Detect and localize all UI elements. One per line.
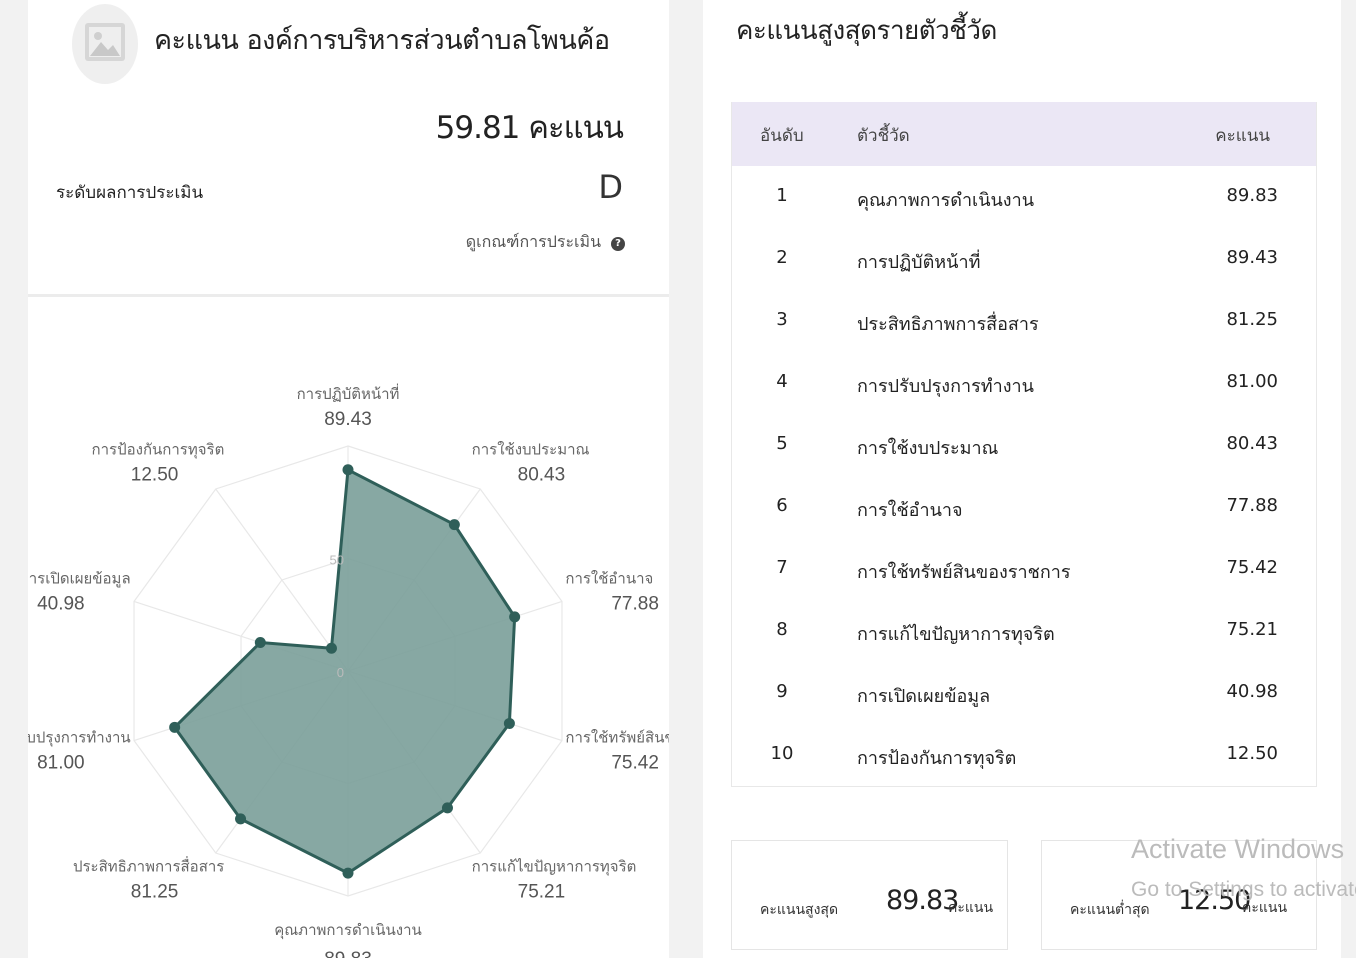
header-rank: อันดับ xyxy=(760,126,804,146)
score-cell: 12.50 xyxy=(1226,743,1278,764)
rank-cell: 1 xyxy=(776,185,788,206)
score-cell: 75.21 xyxy=(1226,619,1278,640)
table-row: 1 คุณภาพการดำเนินงาน 89.83 xyxy=(732,166,1316,228)
table-row: 4 การปรับปรุงการทำงาน 81.00 xyxy=(732,352,1316,414)
radar-point xyxy=(503,717,515,729)
score-cell: 81.00 xyxy=(1226,371,1278,392)
radar-value-label: 81.00 xyxy=(37,753,85,774)
score-cell: 77.88 xyxy=(1226,495,1278,516)
radar-value-label: 40.98 xyxy=(37,593,85,614)
table-row: 2 การปฏิบัติหน้าที่ 89.43 xyxy=(732,228,1316,290)
radar-point xyxy=(325,642,337,654)
radar-chart: 0 50 การปฏิบัติหน้าที่ 89.43 การใช้งบประมาณ 8… xyxy=(28,383,669,958)
indicator-cell: การป้องกันการทุจริต xyxy=(857,748,1017,769)
rank-cell: 10 xyxy=(770,743,794,764)
radar-axis-label: ประสิทธิภาพการสื่อสาร xyxy=(73,856,224,876)
rank-cell: 9 xyxy=(776,681,788,702)
total-score: 59.81 คะแนน xyxy=(435,110,624,146)
radar-axis-label: คุณภาพการดำเนินงาน xyxy=(274,922,422,940)
max-score-box: คะแนนสูงสุด 89.83 คะแนน xyxy=(731,840,1008,950)
ranking-table: อันดับ ตัวชี้วัด คะแนน 1 คุณภาพการดำเนินง… xyxy=(731,102,1317,787)
radar-value-label: 77.88 xyxy=(611,593,659,614)
radar-series-area xyxy=(173,468,517,875)
rank-cell: 4 xyxy=(776,371,788,392)
radar-value-label: 81.25 xyxy=(131,882,179,903)
rank-cell: 2 xyxy=(776,247,788,268)
table-row: 9 การเปิดเผยข้อมูล 40.98 xyxy=(732,662,1316,724)
ranking-card: คะแนนสูงสุดรายตัวชี้วัด อันดับ ตัวชี้วัด… xyxy=(703,0,1341,958)
radar-value-label: 89.43 xyxy=(324,409,372,430)
score-card: คะแนน องค์การบริหารส่วนตำบลโพนค้อ 59.81 … xyxy=(28,0,669,958)
indicator-cell: การใช้อำนาจ xyxy=(857,500,963,521)
indicator-cell: คุณภาพการดำเนินงาน xyxy=(857,190,1035,211)
score-cell: 80.43 xyxy=(1226,433,1278,454)
table-row: 6 การใช้อำนาจ 77.88 xyxy=(732,476,1316,538)
score-cell: 89.83 xyxy=(1226,185,1278,206)
radar-axis-label: การแก้ไขปัญหาการทุจริต xyxy=(472,858,637,877)
radar-point xyxy=(169,721,181,733)
org-avatar xyxy=(72,4,138,84)
level-label: ระดับผลการประเมิน xyxy=(56,183,204,203)
table-row: 5 การใช้งบประมาณ 80.43 xyxy=(732,414,1316,476)
rank-cell: 5 xyxy=(776,433,788,454)
radar-axis-label: การใช้ทรัพย์สินของราชก xyxy=(565,729,669,747)
max-score-label: คะแนนสูงสุด xyxy=(760,902,839,918)
score-cell: 81.25 xyxy=(1226,309,1278,330)
radar-point xyxy=(441,802,453,814)
criteria-link[interactable]: ดูเกณฑ์การประเมิน? xyxy=(466,230,625,255)
score-cell: 75.42 xyxy=(1226,557,1278,578)
table-row: 3 ประสิทธิภาพการสื่อสาร 81.25 xyxy=(732,290,1316,352)
radar-point xyxy=(254,637,266,649)
radar-point xyxy=(342,464,354,476)
ranking-title: คะแนนสูงสุดรายตัวชี้วัด xyxy=(736,16,997,46)
rank-cell: 8 xyxy=(776,619,788,640)
radar-tick-label: 0 xyxy=(337,665,344,680)
min-score-label: คะแนนต่ำสุด xyxy=(1070,902,1150,918)
table-row: 8 การแก้ไขปัญหาการทุจริต 75.21 xyxy=(732,600,1316,662)
header-score: คะแนน xyxy=(1215,126,1270,146)
activation-watermark-title: Activate Windows xyxy=(1131,834,1345,864)
org-title: คะแนน องค์การบริหารส่วนตำบลโพนค้อ xyxy=(154,25,610,56)
indicator-cell: การใช้งบประมาณ xyxy=(857,438,999,459)
radar-point xyxy=(448,519,460,531)
indicator-cell: การแก้ไขปัญหาการทุจริต xyxy=(857,624,1055,645)
help-icon[interactable]: ? xyxy=(611,237,625,251)
radar-tick-label: 50 xyxy=(330,553,344,568)
radar-axis-label: การปฏิบัติหน้าที่ xyxy=(297,383,400,403)
activation-watermark-subtitle: Go to Settings to activate Wi xyxy=(1131,878,1356,901)
score-cell: 89.43 xyxy=(1226,247,1278,268)
rank-cell: 3 xyxy=(776,309,788,330)
table-row: 7 การใช้ทรัพย์สินของราชการ 75.42 xyxy=(732,538,1316,600)
radar-axis-label: การใช้งบประมาณ xyxy=(472,440,590,458)
image-placeholder-icon xyxy=(85,23,125,61)
radar-point xyxy=(509,611,521,623)
indicator-cell: การเปิดเผยข้อมูล xyxy=(857,686,991,707)
score-cell: 40.98 xyxy=(1226,681,1278,702)
indicator-cell: การปฏิบัติหน้าที่ xyxy=(857,252,981,273)
radar-value-label: 89.83 xyxy=(324,949,372,958)
indicator-cell: ประสิทธิภาพการสื่อสาร xyxy=(857,314,1039,335)
rank-cell: 6 xyxy=(776,495,788,516)
radar-value-label: 12.50 xyxy=(131,464,179,485)
rank-cell: 7 xyxy=(776,557,788,578)
radar-point xyxy=(235,813,247,825)
criteria-link-label: ดูเกณฑ์การประเมิน xyxy=(465,232,601,251)
table-row: 10 การป้องกันการทุจริต 12.50 xyxy=(732,724,1316,786)
indicator-cell: การใช้ทรัพย์สินของราชการ xyxy=(857,562,1071,583)
level-grade: D xyxy=(598,168,623,206)
radar-value-label: 75.21 xyxy=(518,882,566,903)
max-score-unit: คะแนน xyxy=(948,900,994,916)
radar-point xyxy=(342,867,354,879)
radar-value-label: 80.43 xyxy=(518,464,566,485)
header-indicator: ตัวชี้วัด xyxy=(857,126,910,146)
radar-axis-label: การใช้อำนาจ xyxy=(565,569,653,587)
radar-axis-label: การปรับปรุงการทำงาน xyxy=(28,730,131,748)
table-header: อันดับ ตัวชี้วัด คะแนน xyxy=(732,102,1316,166)
indicator-cell: การปรับปรุงการทำงาน xyxy=(857,376,1034,397)
radar-axis-label: การเปิดเผยข้อมูล xyxy=(28,570,131,587)
radar-value-label: 75.42 xyxy=(611,753,659,774)
radar-axis-label: การป้องกันการทุจริต xyxy=(92,441,225,459)
